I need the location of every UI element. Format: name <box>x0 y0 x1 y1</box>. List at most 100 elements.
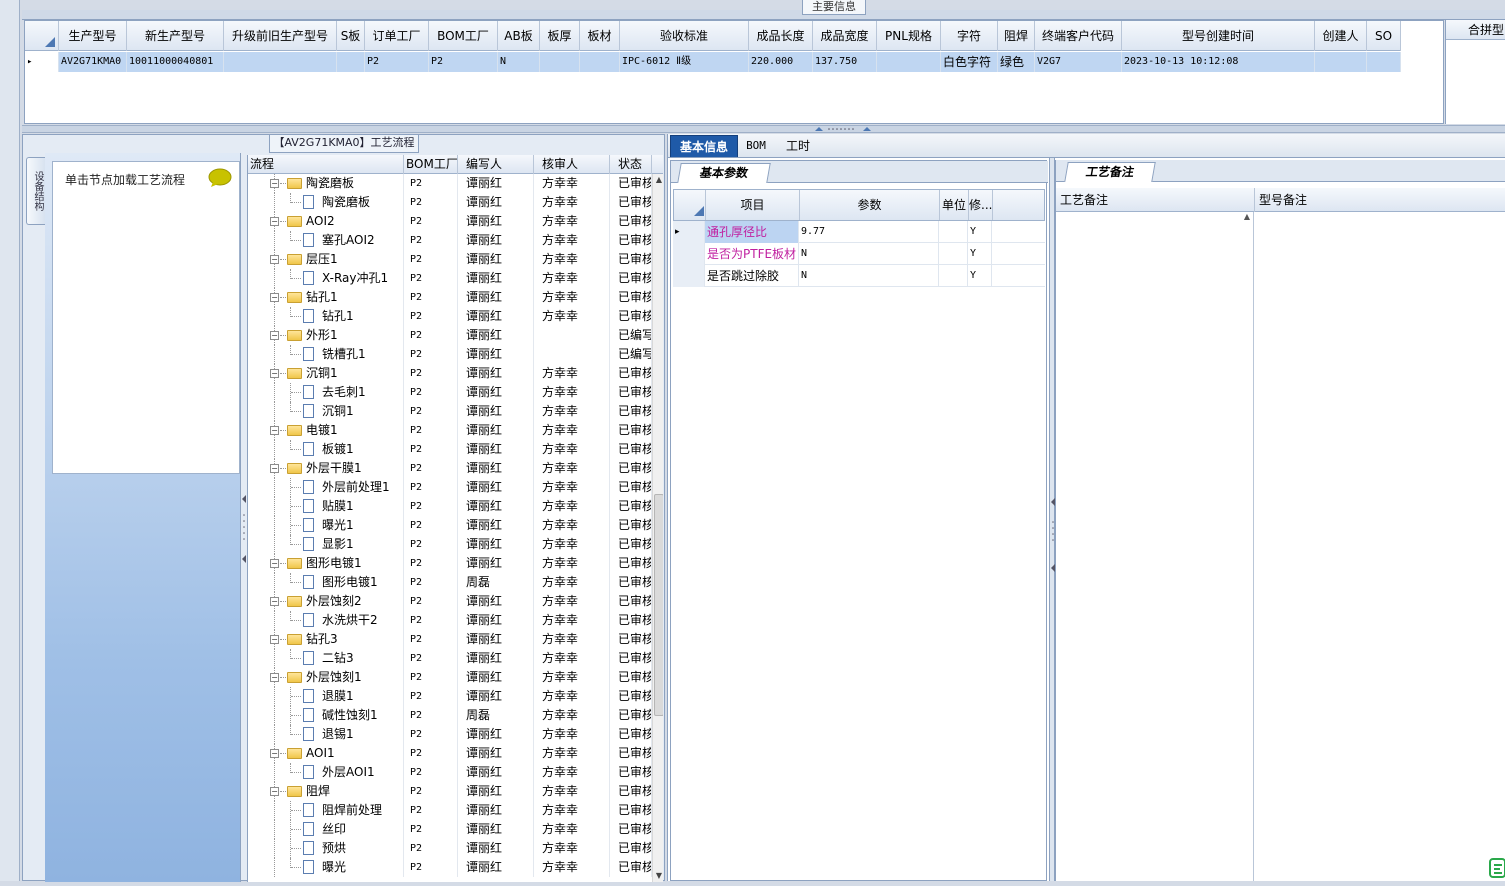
bom-cell[interactable]: P2 <box>404 782 458 801</box>
collapse-toggle-icon[interactable]: − <box>270 787 279 796</box>
bom-cell[interactable]: P2 <box>404 497 458 516</box>
basic-param-row[interactable]: ▸ 通孔厚径比 9.77 Y <box>673 221 1045 243</box>
status-cell[interactable]: 已审核 <box>610 820 652 839</box>
col-header[interactable]: 升级前旧生产型号 <box>224 21 337 51</box>
status-cell[interactable]: 已审核 <box>610 592 652 611</box>
bom-cell[interactable]: P2 <box>404 725 458 744</box>
reviewer-cell[interactable] <box>534 345 610 364</box>
writer-cell[interactable]: 谭丽红 <box>458 763 534 782</box>
bp-col-header[interactable]: 单位 <box>940 190 969 220</box>
bom-cell[interactable]: P2 <box>404 174 458 193</box>
reviewer-cell[interactable]: 方幸幸 <box>534 725 610 744</box>
writer-cell[interactable]: 谭丽红 <box>458 782 534 801</box>
col-header[interactable]: 成品长度 <box>749 21 813 51</box>
col-header[interactable]: 生产型号 <box>59 21 127 51</box>
row-selector[interactable] <box>673 243 705 265</box>
writer-cell[interactable]: 谭丽红 <box>458 744 534 763</box>
tree-node-name-cell[interactable]: − 陶瓷磨板 <box>248 174 404 193</box>
reviewer-cell[interactable]: 方幸幸 <box>534 801 610 820</box>
reviewer-cell[interactable]: 方幸幸 <box>534 212 610 231</box>
bom-cell[interactable]: P2 <box>404 250 458 269</box>
writer-cell[interactable]: 谭丽红 <box>458 516 534 535</box>
writer-cell[interactable]: 谭丽红 <box>458 231 534 250</box>
tree-vertical-scrollbar[interactable]: ▲ ▼ <box>652 174 663 882</box>
tree-node-step[interactable]: 陶瓷磨板 P2 谭丽红 方幸幸 已审核 <box>248 193 652 212</box>
writer-cell[interactable]: 谭丽红 <box>458 269 534 288</box>
col-header[interactable]: 字符 <box>941 21 998 51</box>
bom-cell[interactable]: P2 <box>404 288 458 307</box>
tab-work-hours[interactable]: 工时 <box>780 135 816 157</box>
status-cell[interactable]: 已审核 <box>610 535 652 554</box>
writer-cell[interactable]: 谭丽红 <box>458 611 534 630</box>
tree-node-name-cell[interactable]: − 层压1 <box>248 250 404 269</box>
cell[interactable]: P2 <box>365 52 429 72</box>
tree-node-group[interactable]: − 图形电镀1 P2 谭丽红 方幸幸 已审核 <box>248 554 652 573</box>
scroll-down-arrow-icon[interactable]: ▼ <box>653 870 663 882</box>
status-cell[interactable]: 已审核 <box>610 383 652 402</box>
tab-bom[interactable]: BOM <box>740 135 772 157</box>
row-selector[interactable] <box>673 265 705 287</box>
tree-node-step[interactable]: 沉铜1 P2 谭丽红 方幸幸 已审核 <box>248 402 652 421</box>
param-item-cell[interactable]: 是否跳过除胶 <box>705 265 799 287</box>
col-header[interactable]: 型号创建时间 <box>1122 21 1315 51</box>
writer-cell[interactable]: 谭丽红 <box>458 858 534 877</box>
process-tree-grid[interactable]: 流程 BOM工厂 编写人 核审人 状态 − 陶瓷磨板 P2 谭丽红 方幸幸 已审核 陶瓷磨板… <box>247 155 663 882</box>
tree-node-name-cell[interactable]: − 外形1 <box>248 326 404 345</box>
tree-node-step[interactable]: 外层AOI1 P2 谭丽红 方幸幸 已审核 <box>248 763 652 782</box>
bom-cell[interactable]: P2 <box>404 592 458 611</box>
bom-cell[interactable]: P2 <box>404 516 458 535</box>
writer-cell[interactable]: 谭丽红 <box>458 459 534 478</box>
col-header[interactable]: 成品宽度 <box>813 21 877 51</box>
status-cell[interactable]: 已审核 <box>610 269 652 288</box>
status-cell[interactable]: 已审核 <box>610 174 652 193</box>
status-cell[interactable]: 已审核 <box>610 440 652 459</box>
row-indicator-icon[interactable]: ▸ <box>673 221 705 243</box>
writer-cell[interactable]: 谭丽红 <box>458 364 534 383</box>
status-cell[interactable]: 已审核 <box>610 307 652 326</box>
horizontal-splitter[interactable] <box>22 125 1505 133</box>
writer-cell[interactable]: 谭丽红 <box>458 478 534 497</box>
status-cell[interactable]: 已审核 <box>610 212 652 231</box>
tree-node-group[interactable]: − AOI1 P2 谭丽红 方幸幸 已审核 <box>248 744 652 763</box>
collapse-toggle-icon[interactable]: − <box>270 673 279 682</box>
reviewer-cell[interactable]: 方幸幸 <box>534 478 610 497</box>
status-cell[interactable]: 已审核 <box>610 402 652 421</box>
tab-process-notes[interactable]: 工艺备注 <box>1064 162 1156 182</box>
reviewer-cell[interactable]: 方幸幸 <box>534 497 610 516</box>
bom-cell[interactable]: P2 <box>404 231 458 250</box>
reviewer-cell[interactable] <box>534 326 610 345</box>
collapse-toggle-icon[interactable]: − <box>270 635 279 644</box>
collapse-toggle-icon[interactable]: − <box>270 597 279 606</box>
tree-node-name-cell[interactable]: 贴膜1 <box>248 497 404 516</box>
tree-node-step[interactable]: 水洗烘干2 P2 谭丽红 方幸幸 已审核 <box>248 611 652 630</box>
reviewer-cell[interactable]: 方幸幸 <box>534 687 610 706</box>
col-header[interactable]: 阻焊 <box>998 21 1035 51</box>
cell[interactable] <box>337 52 365 72</box>
col-header[interactable]: 板厚 <box>540 21 580 51</box>
writer-cell[interactable]: 谭丽红 <box>458 687 534 706</box>
collapse-toggle-icon[interactable]: − <box>270 749 279 758</box>
main-info-label[interactable]: 主要信息 <box>802 0 866 15</box>
reviewer-cell[interactable]: 方幸幸 <box>534 611 610 630</box>
param-modify-cell[interactable]: Y <box>968 265 992 287</box>
tree-node-name-cell[interactable]: 陶瓷磨板 <box>248 193 404 212</box>
writer-cell[interactable]: 周磊 <box>458 706 534 725</box>
tree-node-group[interactable]: − 层压1 P2 谭丽红 方幸幸 已审核 <box>248 250 652 269</box>
tree-node-name-cell[interactable]: 阻焊前处理 <box>248 801 404 820</box>
writer-cell[interactable]: 周磊 <box>458 573 534 592</box>
collapse-toggle-icon[interactable]: − <box>270 255 279 264</box>
tree-node-group[interactable]: − 外层干膜1 P2 谭丽红 方幸幸 已审核 <box>248 459 652 478</box>
cell[interactable] <box>540 52 580 72</box>
tree-node-name-cell[interactable]: − 电镀1 <box>248 421 404 440</box>
cell[interactable]: 绿色 <box>998 52 1035 72</box>
writer-cell[interactable]: 谭丽红 <box>458 801 534 820</box>
tree-node-name-cell[interactable]: − 外层蚀刻2 <box>248 592 404 611</box>
reviewer-cell[interactable]: 方幸幸 <box>534 649 610 668</box>
tree-node-step[interactable]: 去毛刺1 P2 谭丽红 方幸幸 已审核 <box>248 383 652 402</box>
tree-node-name-cell[interactable]: − 外层干膜1 <box>248 459 404 478</box>
tree-node-step[interactable]: 碱性蚀刻1 P2 周磊 方幸幸 已审核 <box>248 706 652 725</box>
cell[interactable]: P2 <box>429 52 498 72</box>
bom-cell[interactable]: P2 <box>404 668 458 687</box>
reviewer-cell[interactable]: 方幸幸 <box>534 573 610 592</box>
cell[interactable]: 137.750 <box>813 52 877 72</box>
